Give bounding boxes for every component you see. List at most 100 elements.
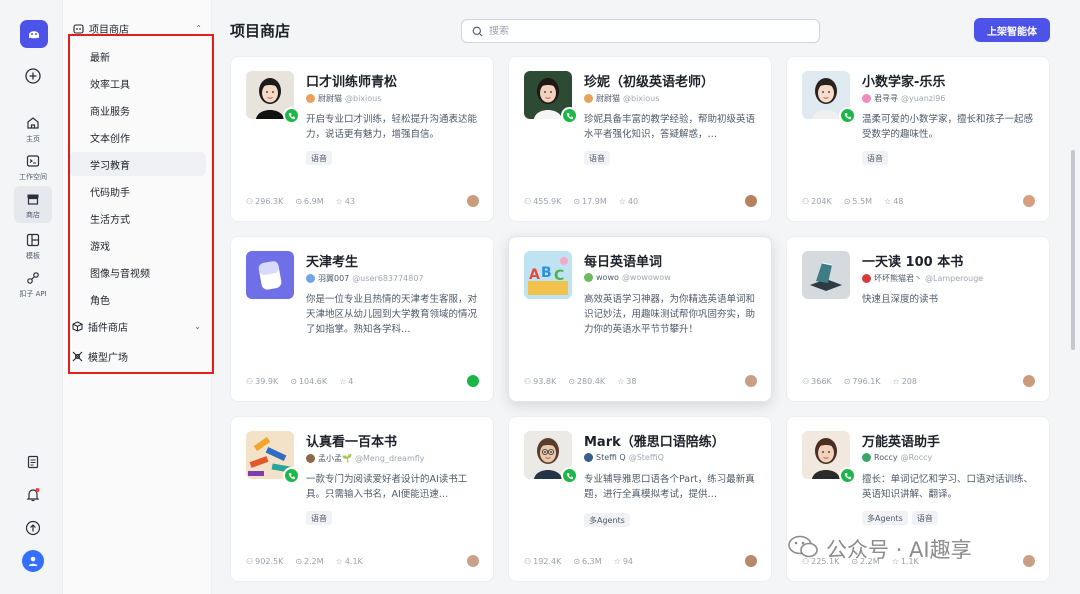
rail-item-api[interactable]: 扣子 API <box>14 269 52 299</box>
owner-avatar[interactable] <box>467 375 479 387</box>
rail-item-label: 主页 <box>26 135 40 143</box>
publish-agent-button[interactable]: 上架智能体 <box>974 18 1050 42</box>
scrollbar[interactable] <box>1071 150 1075 350</box>
agent-description: 温柔可爱的小数学家，擅长和孩子一起感受数学的趣味性。 <box>862 114 1034 140</box>
sidebar-category-item[interactable]: 图像与音视频 <box>70 260 206 284</box>
agent-author[interactable]: Roccy @Roccy <box>862 453 932 462</box>
agent-author[interactable]: 尉尉猫 @bixious <box>306 93 381 104</box>
rail-item-templates[interactable]: 模板 <box>14 231 52 261</box>
agent-card[interactable]: 一天读 100 本书 坏坏熊猫君丶 @Lamperouge 快速且深度的读书 ⚇ 366K… <box>786 236 1050 402</box>
sidebar-category-item[interactable]: 商业服务 <box>70 98 206 122</box>
sidebar-category-item[interactable]: 效率工具 <box>70 71 206 95</box>
sidebar-section-project-store[interactable]: 项目商店 ⌃ <box>72 18 202 38</box>
chat-count-icon: ⊙ <box>843 197 851 206</box>
author-name: Roccy <box>874 453 898 462</box>
author-avatar <box>306 94 315 103</box>
users-icon: ⚇ <box>802 197 810 206</box>
rail-item-label: 商店 <box>26 211 40 219</box>
users-count: 93.8K <box>533 377 557 386</box>
sidebar-category-label: 生活方式 <box>90 214 130 226</box>
sidebar-section-plugin-store[interactable]: 插件商店 ⌄ <box>71 316 201 336</box>
create-button[interactable] <box>14 67 52 85</box>
search-box[interactable] <box>461 19 820 43</box>
upload-button[interactable] <box>14 519 52 537</box>
agent-card[interactable]: 天津考生 羽翼007 @user683774807 你是一位专业且热情的天津考生客服，… <box>230 236 494 402</box>
author-avatar <box>584 453 593 462</box>
agent-title: Mark（雅思口语陪练） <box>584 435 725 450</box>
docs-button[interactable] <box>14 453 52 471</box>
users-icon: ⚇ <box>524 557 532 566</box>
chevron-down-icon: ⌄ <box>194 321 201 331</box>
owner-avatar[interactable] <box>745 195 757 207</box>
agent-author[interactable]: Steffi Q @SteffiQ <box>584 453 664 462</box>
owner-avatar[interactable] <box>1023 195 1035 207</box>
users-count: 296.3K <box>255 197 284 206</box>
agent-card[interactable]: 小数学家-乐乐 君寻寻 @yuanzi96 温柔可爱的小数学家，擅长和孩子一起感受数学… <box>786 56 1050 222</box>
agent-description: 高效英语学习神器，为你精选英语单词和识记妙法，用趣味测试帮你巩固夯实，助力你的英… <box>584 294 756 335</box>
owner-avatar[interactable] <box>1023 375 1035 387</box>
notifications-button[interactable] <box>14 486 52 504</box>
owner-avatar[interactable] <box>745 555 757 567</box>
owner-avatar[interactable] <box>745 375 757 387</box>
users-count: 455.9K <box>533 197 562 206</box>
sidebar-category-item[interactable]: 最新 <box>70 44 206 68</box>
owner-avatar[interactable] <box>467 195 479 207</box>
owner-avatar[interactable] <box>467 555 479 567</box>
stars-count: 43 <box>344 197 356 206</box>
users-icon: ⚇ <box>524 377 532 386</box>
voice-call-icon <box>561 467 578 484</box>
author-avatar <box>306 454 315 463</box>
author-name: 尉尉猫 <box>318 94 342 103</box>
agent-avatar-wrap <box>246 71 300 124</box>
author-handle: @Roccy <box>900 453 933 462</box>
agent-author[interactable]: 羽翼007 @user683774807 <box>306 273 424 284</box>
author-avatar <box>306 274 315 283</box>
sidebar-category-item[interactable]: 游戏 <box>70 233 206 257</box>
agent-author[interactable]: 坏坏熊猫君丶 @Lamperouge <box>862 273 983 284</box>
chat-count-icon: ⊙ <box>573 557 581 566</box>
agent-card[interactable]: 认真看一百本书 孟小孟🌱 @Meng_dreamfly 一款专门为阅读爱好者设计的AI… <box>230 416 494 582</box>
agent-card[interactable]: 口才训练师青松 尉尉猫 @bixious 开启专业口才训练，轻松提升沟通表达能力，说话… <box>230 56 494 222</box>
chat-count-icon: ⊙ <box>295 557 303 566</box>
agent-author[interactable]: 君寻寻 @yuanzi96 <box>862 93 945 104</box>
users-count: 192.4K <box>533 557 562 566</box>
owner-avatar[interactable] <box>1023 555 1035 567</box>
chat-count-icon: ⊙ <box>843 377 851 386</box>
agent-tags: 多Agents <box>584 513 630 527</box>
voice-call-icon <box>561 107 578 124</box>
agent-card[interactable]: A B C 每日英语单词 wowo @wowowow 高效英语学习神器，为你精选英语单词和识… <box>508 236 772 402</box>
author-name: 尉尉猫 <box>596 94 620 103</box>
stars-count: 38 <box>626 377 637 386</box>
user-avatar-button[interactable] <box>14 550 52 572</box>
sidebar-category-item[interactable]: 文本创作 <box>70 125 206 149</box>
agent-author[interactable]: wowo @wowowow <box>584 273 671 282</box>
search-input[interactable] <box>489 25 789 37</box>
sidebar-category-item[interactable]: 学习教育 <box>70 152 206 176</box>
rail-item-store[interactable]: 商店 <box>14 186 52 223</box>
agent-tags: 语音 <box>306 151 332 165</box>
rail-item-workspace[interactable]: 工作空间 <box>14 152 52 182</box>
chats-count: 6.3M <box>582 557 602 566</box>
agent-card[interactable]: 珍妮（初级英语老师） 尉尉猫 @bixious 珍妮具备丰富的教学经验，帮助初级英语水… <box>508 56 772 222</box>
agent-author[interactable]: 孟小孟🌱 @Meng_dreamfly <box>306 453 425 464</box>
coze-logo-icon[interactable] <box>20 20 48 48</box>
agent-title: 一天读 100 本书 <box>862 255 964 270</box>
author-name: 孟小孟🌱 <box>318 454 352 463</box>
author-avatar <box>584 273 593 282</box>
agent-author[interactable]: 尉尉猫 @bixious <box>584 93 659 104</box>
users-icon: ⚇ <box>246 377 254 386</box>
sidebar-category-label: 商业服务 <box>90 106 130 118</box>
chat-count-icon: ⊙ <box>295 197 303 206</box>
star-icon: ☆ <box>618 197 626 206</box>
agent-card[interactable]: Mark（雅思口语陪练） Steffi Q @SteffiQ 专业辅导雅思口语各个Pa… <box>508 416 772 582</box>
author-avatar <box>584 94 593 103</box>
agent-title: 每日英语单词 <box>584 255 663 270</box>
sidebar-category-item[interactable]: 生活方式 <box>70 206 206 230</box>
sidebar-category-item[interactable]: 代码助手 <box>70 179 206 203</box>
agent-tag: 语音 <box>306 151 332 165</box>
sidebar-category-item[interactable]: 角色 <box>70 287 206 311</box>
rail-item-home[interactable]: 主页 <box>14 114 52 144</box>
author-handle: @bixious <box>345 94 382 103</box>
sidebar-category-label: 图像与音视频 <box>90 268 150 280</box>
sidebar-section-model-square[interactable]: 模型广场 <box>71 346 201 366</box>
